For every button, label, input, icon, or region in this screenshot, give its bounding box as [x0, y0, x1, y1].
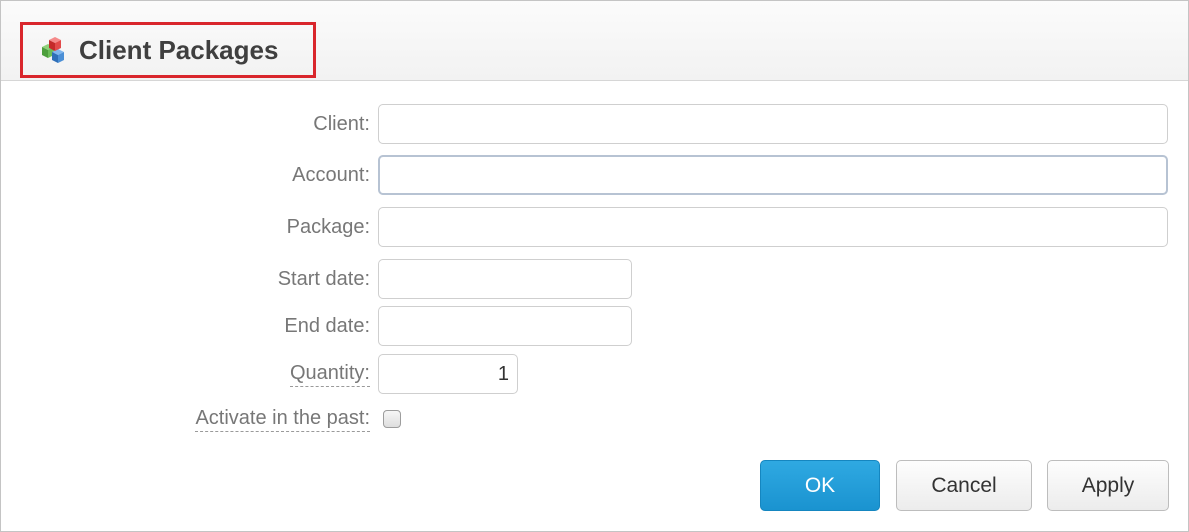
dialog-titlebar: Client Packages: [1, 1, 1188, 81]
activate-in-past-label: Activate in the past:: [195, 407, 370, 432]
start-date-field[interactable]: [378, 259, 632, 299]
package-label: Package:: [286, 215, 370, 238]
client-packages-dialog: Client Packages Client: Account: Package…: [0, 0, 1189, 532]
ok-button[interactable]: OK: [760, 460, 880, 511]
account-row: Account:: [1, 153, 1188, 197]
end-date-row: End date:: [1, 304, 1188, 348]
account-field[interactable]: [378, 155, 1168, 195]
start-date-row: Start date:: [1, 257, 1188, 301]
package-field[interactable]: [378, 207, 1168, 247]
cancel-button[interactable]: Cancel: [896, 460, 1032, 511]
end-date-field[interactable]: [378, 306, 632, 346]
quantity-field[interactable]: [378, 354, 518, 394]
package-row: Package:: [1, 205, 1188, 249]
dialog-title: Client Packages: [79, 34, 279, 65]
account-label: Account:: [292, 163, 370, 186]
client-label: Client:: [313, 112, 370, 135]
title-highlight-box: Client Packages: [20, 22, 316, 78]
start-date-label: Start date:: [277, 267, 370, 290]
activate-in-past-checkbox[interactable]: [383, 410, 401, 428]
quantity-label: Quantity:: [289, 362, 370, 387]
packages-cubes-icon: [39, 35, 69, 65]
apply-button[interactable]: Apply: [1047, 460, 1169, 511]
client-row: Client:: [1, 102, 1188, 146]
client-field[interactable]: [378, 104, 1168, 144]
quantity-row: Quantity:: [1, 352, 1188, 396]
activate-in-past-row: Activate in the past:: [1, 397, 1188, 441]
end-date-label: End date:: [284, 314, 370, 337]
